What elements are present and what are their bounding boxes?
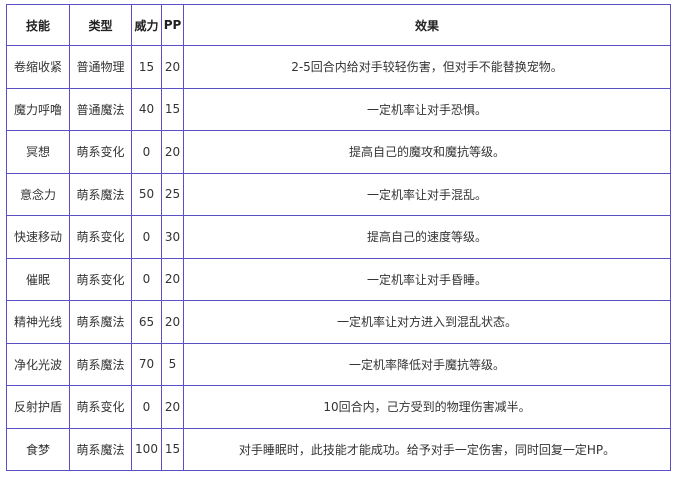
skill-name: 反射护盾	[6, 385, 70, 429]
skill-power: 65	[131, 300, 162, 344]
header-effect: 效果	[183, 4, 671, 46]
skill-pp: 20	[161, 385, 184, 429]
table-row: 精神光线 萌系魔法 65 20 一定机率让对方进入到混乱状态。	[6, 300, 671, 344]
skill-name: 魔力呼噜	[6, 87, 70, 131]
skills-table-wrapper: 技能 类型 威力 PP 效果 卷缩收紧 普通物理 15 20 2-5回合内给对手…	[6, 4, 671, 471]
skill-type: 普通物理	[69, 45, 132, 89]
skill-name: 意念力	[6, 172, 70, 216]
skill-pp: 30	[161, 215, 184, 259]
skill-type: 萌系变化	[69, 385, 132, 429]
table-row: 快速移动 萌系变化 0 30 提高自己的速度等级。	[6, 215, 671, 259]
skill-pp: 15	[161, 87, 184, 131]
table-row: 卷缩收紧 普通物理 15 20 2-5回合内给对手较轻伤害，但对手不能替换宠物。	[6, 45, 671, 89]
header-type: 类型	[69, 4, 132, 46]
skill-type: 萌系魔法	[69, 427, 132, 471]
skill-pp: 20	[161, 45, 184, 89]
skill-power: 100	[131, 427, 162, 471]
skill-pp: 5	[161, 342, 184, 386]
header-power: 威力	[131, 4, 162, 46]
skill-name: 食梦	[6, 427, 70, 471]
skill-effect: 2-5回合内给对手较轻伤害，但对手不能替换宠物。	[183, 45, 671, 89]
skill-power: 0	[131, 257, 162, 301]
table-row: 冥想 萌系变化 0 20 提高自己的魔攻和魔抗等级。	[6, 130, 671, 174]
table-row: 魔力呼噜 普通魔法 40 15 一定机率让对手恐惧。	[6, 87, 671, 131]
skill-name: 卷缩收紧	[6, 45, 70, 89]
table-row: 反射护盾 萌系变化 0 20 10回合内，己方受到的物理伤害减半。	[6, 385, 671, 429]
skill-name: 冥想	[6, 130, 70, 174]
skill-type: 萌系变化	[69, 130, 132, 174]
skill-power: 40	[131, 87, 162, 131]
skill-effect: 一定机率让对方进入到混乱状态。	[183, 300, 671, 344]
skill-effect: 10回合内，己方受到的物理伤害减半。	[183, 385, 671, 429]
skill-power: 0	[131, 385, 162, 429]
header-skill: 技能	[6, 4, 70, 46]
skill-power: 0	[131, 215, 162, 259]
header-pp: PP	[161, 4, 184, 46]
skill-effect: 提高自己的速度等级。	[183, 215, 671, 259]
skill-power: 70	[131, 342, 162, 386]
skill-type: 萌系变化	[69, 257, 132, 301]
skills-table: 技能 类型 威力 PP 效果 卷缩收紧 普通物理 15 20 2-5回合内给对手…	[6, 4, 671, 471]
skill-pp: 25	[161, 172, 184, 216]
skill-pp: 20	[161, 300, 184, 344]
skill-name: 精神光线	[6, 300, 70, 344]
skill-name: 催眠	[6, 257, 70, 301]
skill-effect: 一定机率让对手混乱。	[183, 172, 671, 216]
skill-power: 0	[131, 130, 162, 174]
skill-effect: 一定机率让对手昏睡。	[183, 257, 671, 301]
skill-pp: 20	[161, 130, 184, 174]
skill-effect: 对手睡眠时，此技能才能成功。给予对手一定伤害，同时回复一定HP。	[183, 427, 671, 471]
table-row: 催眠 萌系变化 0 20 一定机率让对手昏睡。	[6, 257, 671, 301]
skill-type: 萌系变化	[69, 215, 132, 259]
skill-type: 萌系魔法	[69, 300, 132, 344]
skill-type: 萌系魔法	[69, 172, 132, 216]
skill-effect: 一定机率让对手恐惧。	[183, 87, 671, 131]
header-row: 技能 类型 威力 PP 效果	[6, 4, 671, 46]
table-row: 食梦 萌系魔法 100 15 对手睡眠时，此技能才能成功。给予对手一定伤害，同时…	[6, 427, 671, 471]
skill-name: 快速移动	[6, 215, 70, 259]
table-row: 净化光波 萌系魔法 70 5 一定机率降低对手魔抗等级。	[6, 342, 671, 386]
skill-type: 萌系魔法	[69, 342, 132, 386]
skill-effect: 提高自己的魔攻和魔抗等级。	[183, 130, 671, 174]
table-row: 意念力 萌系魔法 50 25 一定机率让对手混乱。	[6, 172, 671, 216]
skill-pp: 15	[161, 427, 184, 471]
skill-pp: 20	[161, 257, 184, 301]
skill-effect: 一定机率降低对手魔抗等级。	[183, 342, 671, 386]
skill-power: 15	[131, 45, 162, 89]
skill-name: 净化光波	[6, 342, 70, 386]
skill-power: 50	[131, 172, 162, 216]
skill-type: 普通魔法	[69, 87, 132, 131]
